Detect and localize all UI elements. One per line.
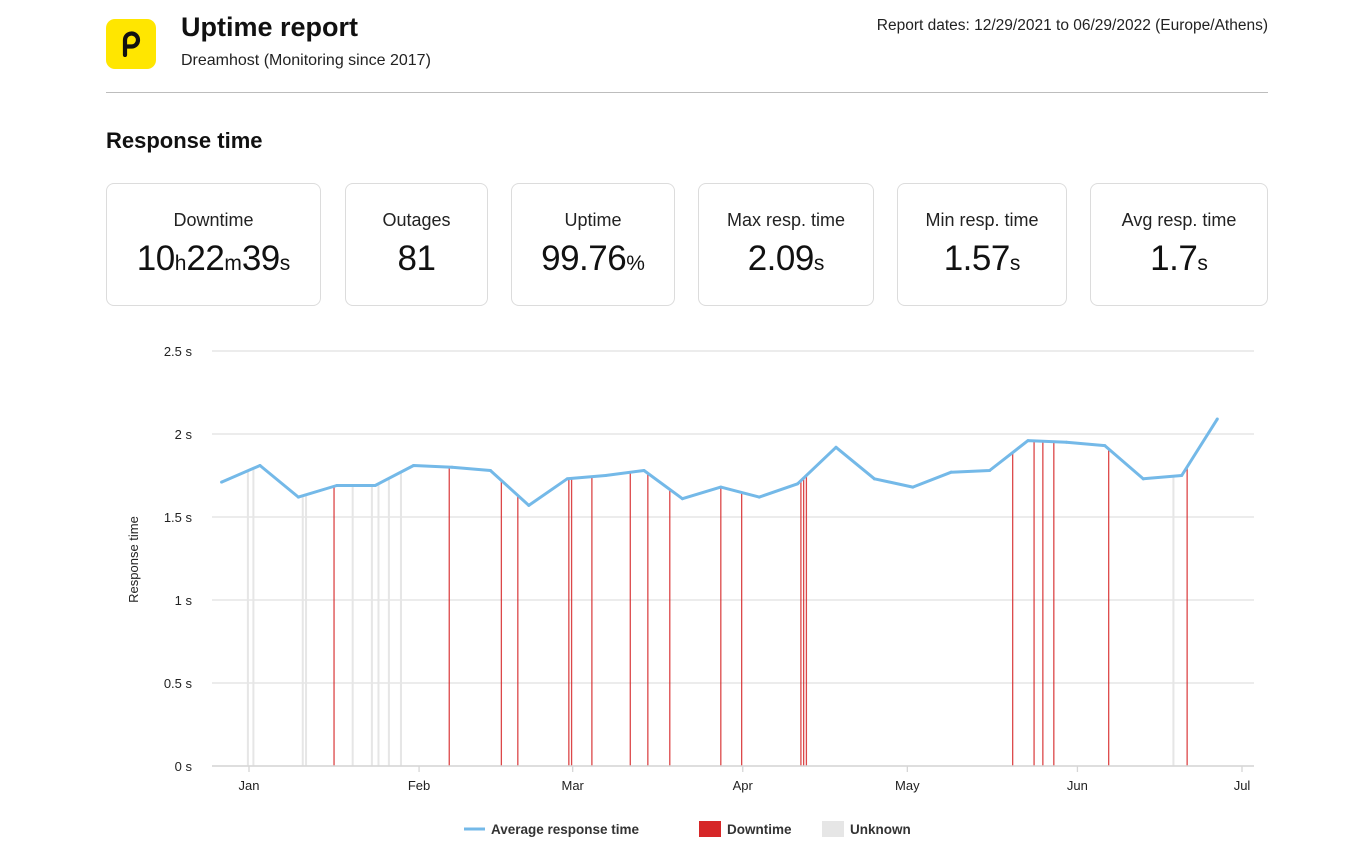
stat-label: Uptime: [564, 210, 622, 230]
stat-value: 1.7s: [1091, 239, 1267, 279]
header-divider: [106, 92, 1268, 93]
report-title: Uptime report: [181, 12, 359, 42]
data-point: [488, 469, 492, 473]
data-point: [1141, 477, 1145, 481]
data-point: [220, 480, 224, 484]
data-point: [949, 470, 953, 474]
report-subtitle: Dreamhost (Monitoring since 2017): [181, 52, 431, 69]
section-title: Response time: [106, 128, 263, 153]
x-tick-label: Jun: [1067, 778, 1088, 793]
data-point: [258, 464, 262, 468]
y-tick-label: 1.5 s: [164, 510, 193, 525]
axis-labels: 0 s 0.5 s 1 s 1.5 s 2 s 2.5 s Response time Jan…: [126, 344, 1250, 793]
legend-unknown-swatch: [822, 821, 844, 837]
x-tick-label: Jul: [1234, 778, 1251, 793]
y-tick-label: 2.5 s: [164, 344, 193, 359]
data-point: [373, 483, 377, 487]
stat-unit: s: [279, 252, 291, 275]
stat-unit: s: [1197, 252, 1208, 275]
data-point: [757, 495, 761, 499]
stat-card-max-resp-time: Max resp. time 2.09s: [698, 183, 874, 306]
stat-unit: m: [224, 252, 242, 275]
data-point: [450, 465, 454, 469]
stat-card-outages: Outages 81: [345, 183, 488, 306]
stat-unit: s: [1009, 252, 1021, 275]
data-point: [680, 497, 684, 501]
stat-label: Downtime: [173, 210, 254, 230]
data-point: [565, 477, 569, 481]
downtime-bars: [333, 440, 1188, 766]
stat-card-downtime: Downtime 10h22m39s: [106, 183, 321, 306]
stat-label: Outages: [382, 210, 451, 230]
data-point: [604, 474, 608, 477]
unknown-bars: [246, 468, 1175, 766]
p-logo-icon: [122, 31, 141, 57]
stat-unit: %: [626, 252, 645, 275]
average-response-time-line: [221, 418, 1219, 507]
chart-legend: Average response time Downtime Unknown: [464, 821, 911, 837]
stat-number: 22: [186, 239, 225, 278]
x-tick-label: Apr: [733, 778, 754, 793]
brand-logo: [106, 19, 156, 69]
y-tick-label: 1 s: [175, 593, 193, 608]
data-point: [988, 469, 992, 473]
data-point: [1064, 440, 1068, 444]
stat-number: 10: [136, 239, 175, 278]
y-tick-label: 2 s: [175, 427, 193, 442]
data-point: [1026, 439, 1030, 443]
stat-number: 39: [241, 239, 280, 278]
data-point: [834, 445, 838, 449]
stat-unit: s: [813, 252, 825, 275]
data-point: [872, 477, 876, 481]
stat-value: 81: [346, 239, 487, 279]
data-point: [1103, 444, 1107, 448]
chart-grid: [212, 350, 1254, 767]
data-point: [719, 485, 723, 489]
x-tick-label: Feb: [408, 778, 430, 793]
data-point: [335, 483, 339, 487]
data-point: [1215, 417, 1219, 421]
data-point: [412, 464, 416, 468]
data-point: [1180, 474, 1184, 477]
stat-number: 1.57: [943, 239, 1011, 278]
stat-value: 1.57s: [898, 239, 1066, 279]
legend-label-unknown: Unknown: [850, 822, 911, 837]
stat-unit: h: [174, 252, 187, 275]
data-point: [296, 495, 300, 499]
stat-number: 81: [397, 239, 436, 278]
report-dates: Report dates: 12/29/2021 to 06/29/2022 (…: [876, 17, 1268, 34]
y-axis-label: Response time: [126, 516, 141, 603]
x-tick-label: Mar: [561, 778, 584, 793]
x-tick-label: May: [895, 778, 920, 793]
x-tick-label: Jan: [239, 778, 260, 793]
stat-card-min-resp-time: Min resp. time 1.57s: [897, 183, 1067, 306]
data-point: [796, 482, 800, 486]
stat-card-avg-resp-time: Avg resp. time 1.7s: [1090, 183, 1268, 306]
legend-label-downtime: Downtime: [727, 822, 792, 837]
data-point: [527, 503, 531, 507]
legend-downtime-swatch: [699, 821, 721, 837]
x-axis: [212, 765, 1254, 772]
y-tick-label: 0.5 s: [164, 676, 193, 691]
stat-number: 99.76: [541, 239, 627, 278]
stat-value: 2.09s: [699, 239, 873, 279]
stat-value: 10h22m39s: [107, 239, 320, 279]
data-point: [911, 485, 915, 489]
stat-card-uptime: Uptime 99.76%: [511, 183, 675, 306]
stat-label: Min resp. time: [925, 210, 1039, 230]
legend-label-average: Average response time: [491, 822, 640, 837]
stat-value: 99.76%: [512, 239, 674, 279]
stat-label: Max resp. time: [726, 210, 846, 230]
y-tick-label: 0 s: [175, 759, 193, 774]
stat-number: 2.09: [747, 239, 815, 278]
stat-label: Avg resp. time: [1121, 210, 1237, 230]
line-layer: [220, 417, 1219, 507]
data-point: [642, 469, 646, 473]
stat-number: 1.7: [1150, 239, 1198, 278]
